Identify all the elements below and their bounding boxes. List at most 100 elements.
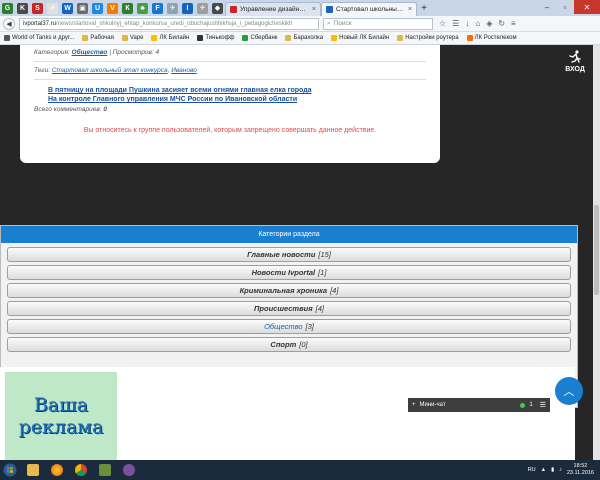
close-icon[interactable]: ×: [312, 6, 316, 13]
category-label: Спорт: [270, 340, 297, 349]
bookmark-item[interactable]: Vape: [121, 35, 144, 41]
online-indicator-icon: [520, 402, 526, 408]
bookmark-item[interactable]: Тинькофф: [197, 35, 234, 41]
tag-link[interactable]: Стартовал школьный этап конкурса: [52, 67, 168, 74]
viber-icon[interactable]: [118, 461, 140, 479]
bookmark-icon: [466, 35, 473, 41]
explorer-icon[interactable]: [22, 461, 44, 479]
category-count: [1]: [318, 268, 327, 277]
bookmark-icon: [121, 35, 128, 41]
chrome-icon[interactable]: [70, 461, 92, 479]
category-button[interactable]: Общество [3]: [7, 319, 571, 334]
bookmark-item[interactable]: Барахолка: [285, 35, 323, 41]
close-icon[interactable]: ×: [408, 6, 412, 13]
pinned-tab-icon[interactable]: F: [152, 2, 163, 14]
login-button[interactable]: ВХОД: [560, 50, 590, 73]
related-link[interactable]: На контроле Главного управления МЧС Росс…: [48, 95, 426, 104]
pocket-icon[interactable]: ◈: [486, 19, 492, 28]
pinned-tab-icon[interactable]: ♣: [137, 2, 148, 14]
pinned-tab-icon[interactable]: К: [122, 2, 133, 14]
pinned-tab-icon[interactable]: ✈: [197, 2, 208, 14]
window-controls: – ▫ ✕: [538, 0, 600, 14]
bookmark-icon: [397, 35, 404, 41]
bookmark-item[interactable]: ЛК Ростелеком: [466, 35, 517, 41]
pinned-tab-icon[interactable]: ◆: [212, 2, 223, 14]
star-icon[interactable]: ☆: [439, 19, 446, 28]
address-bar[interactable]: ivportal37.ru/news/startoval_shkolnyj_eh…: [19, 17, 319, 30]
minichat-bar[interactable]: + Мини-чат 1 ☰: [408, 398, 550, 412]
bookmark-item[interactable]: Рабочая: [82, 35, 114, 41]
minimize-icon[interactable]: –: [538, 0, 556, 14]
back-icon[interactable]: ◀: [3, 17, 15, 30]
pinned-tabs: G K S ≡ W ▣ U V К ♣ F ✈ I ✈ ◆: [0, 0, 225, 16]
sync-icon[interactable]: ↻: [498, 19, 505, 28]
scroll-top-button[interactable]: ︿: [555, 377, 583, 405]
pinned-tab-icon[interactable]: K: [17, 2, 28, 14]
maximize-icon[interactable]: ▫: [556, 0, 574, 14]
tab-article[interactable]: Стартовал школьный эта... ×: [321, 2, 417, 16]
category-label: Общество: [264, 322, 303, 331]
chevron-up-icon: ︿: [563, 386, 575, 398]
pinned-tab-icon[interactable]: ≡: [47, 2, 58, 14]
views-count: | Просмотров: 4: [109, 49, 160, 56]
download-icon[interactable]: ↓: [465, 19, 469, 28]
windows-logo-icon: [3, 463, 17, 477]
clock[interactable]: 18:52 23.11.2016: [567, 463, 594, 477]
bookmarks-bar: World of Tanks и друг... Рабочая Vape ЛК Би…: [0, 32, 600, 45]
pinned-tab-icon[interactable]: U: [92, 2, 103, 14]
start-button[interactable]: [0, 461, 20, 479]
divider: [34, 61, 426, 62]
bookmark-label: ЛК Ростелеком: [474, 35, 517, 41]
bookmark-icon: [331, 35, 338, 41]
bookmark-item[interactable]: World of Tanks и друг...: [4, 35, 74, 41]
category-label: Новости Ivportal: [251, 268, 316, 277]
new-tab-button[interactable]: +: [417, 3, 431, 14]
pinned-tab-icon[interactable]: I: [182, 2, 193, 14]
pinned-tab-icon[interactable]: ▣: [77, 2, 88, 14]
tab-title: Управление дизайном - П...: [240, 6, 309, 13]
language-indicator[interactable]: RU: [528, 467, 536, 473]
firefox-icon[interactable]: [46, 461, 68, 479]
category-button[interactable]: Главные новости [15]: [7, 247, 571, 262]
bookmark-label: Настройки роутера: [405, 35, 459, 41]
bookmark-item[interactable]: ЛК Билайн: [151, 35, 189, 41]
ad-banner[interactable]: Ваша реклама: [5, 372, 117, 460]
category-button[interactable]: Криминальная хроника [4]: [7, 283, 571, 298]
category-button[interactable]: Спорт [0]: [7, 337, 571, 352]
pinned-tab-icon[interactable]: G: [2, 2, 13, 14]
bookmark-label: Vape: [129, 35, 144, 41]
tab-title: Стартовал школьный эта...: [336, 6, 405, 13]
bookmark-item[interactable]: Новый ЛК Билайн: [331, 35, 389, 41]
tag-link[interactable]: Иваново: [171, 67, 197, 74]
pinned-tab-icon[interactable]: V: [107, 2, 118, 14]
scrollbar-thumb[interactable]: [594, 205, 599, 295]
search-input[interactable]: ⌕ Поиск: [323, 17, 433, 30]
url-path: /news/startoval_shkolnyj_ehtap_konkursa_…: [56, 20, 293, 27]
home-icon[interactable]: ⌂: [475, 19, 480, 28]
related-link[interactable]: В пятницу на площади Пушкина засияет все…: [48, 86, 426, 95]
category-button[interactable]: Новости Ivportal [1]: [7, 265, 571, 280]
bookmark-item[interactable]: Сбербанк: [242, 35, 277, 41]
network-icon[interactable]: ▮: [551, 467, 554, 473]
menu-icon[interactable]: ☰: [540, 401, 546, 409]
pinned-tab-icon[interactable]: S: [32, 2, 43, 14]
tab-design[interactable]: Управление дизайном - П... ×: [225, 2, 321, 16]
bookmark-item[interactable]: Настройки роутера: [397, 35, 459, 41]
category-label: Криминальная хроника: [239, 286, 328, 295]
pinned-tab-icon[interactable]: ✈: [167, 2, 178, 14]
system-tray: RU ▲ ▮ ♪ 18:52 23.11.2016: [528, 463, 600, 477]
pinned-tab-icon[interactable]: W: [62, 2, 73, 14]
category-link[interactable]: Общество: [72, 49, 108, 56]
bookmark-icon: [4, 35, 10, 41]
article-tags: Теги: Стартовал школьный этап конкурса, …: [34, 67, 197, 74]
menu-icon[interactable]: ≡: [511, 19, 516, 28]
category-button[interactable]: Происшествия [4]: [7, 301, 571, 316]
reading-list-icon[interactable]: ☰: [452, 19, 459, 28]
volume-icon[interactable]: ♪: [559, 467, 562, 473]
scrollbar[interactable]: [593, 45, 600, 460]
game-icon[interactable]: [94, 461, 116, 479]
tray-arrow-icon[interactable]: ▲: [541, 467, 546, 473]
close-window-icon[interactable]: ✕: [574, 0, 600, 14]
bookmark-label: World of Tanks и друг...: [12, 35, 75, 41]
bookmark-label: Рабочая: [90, 35, 114, 41]
